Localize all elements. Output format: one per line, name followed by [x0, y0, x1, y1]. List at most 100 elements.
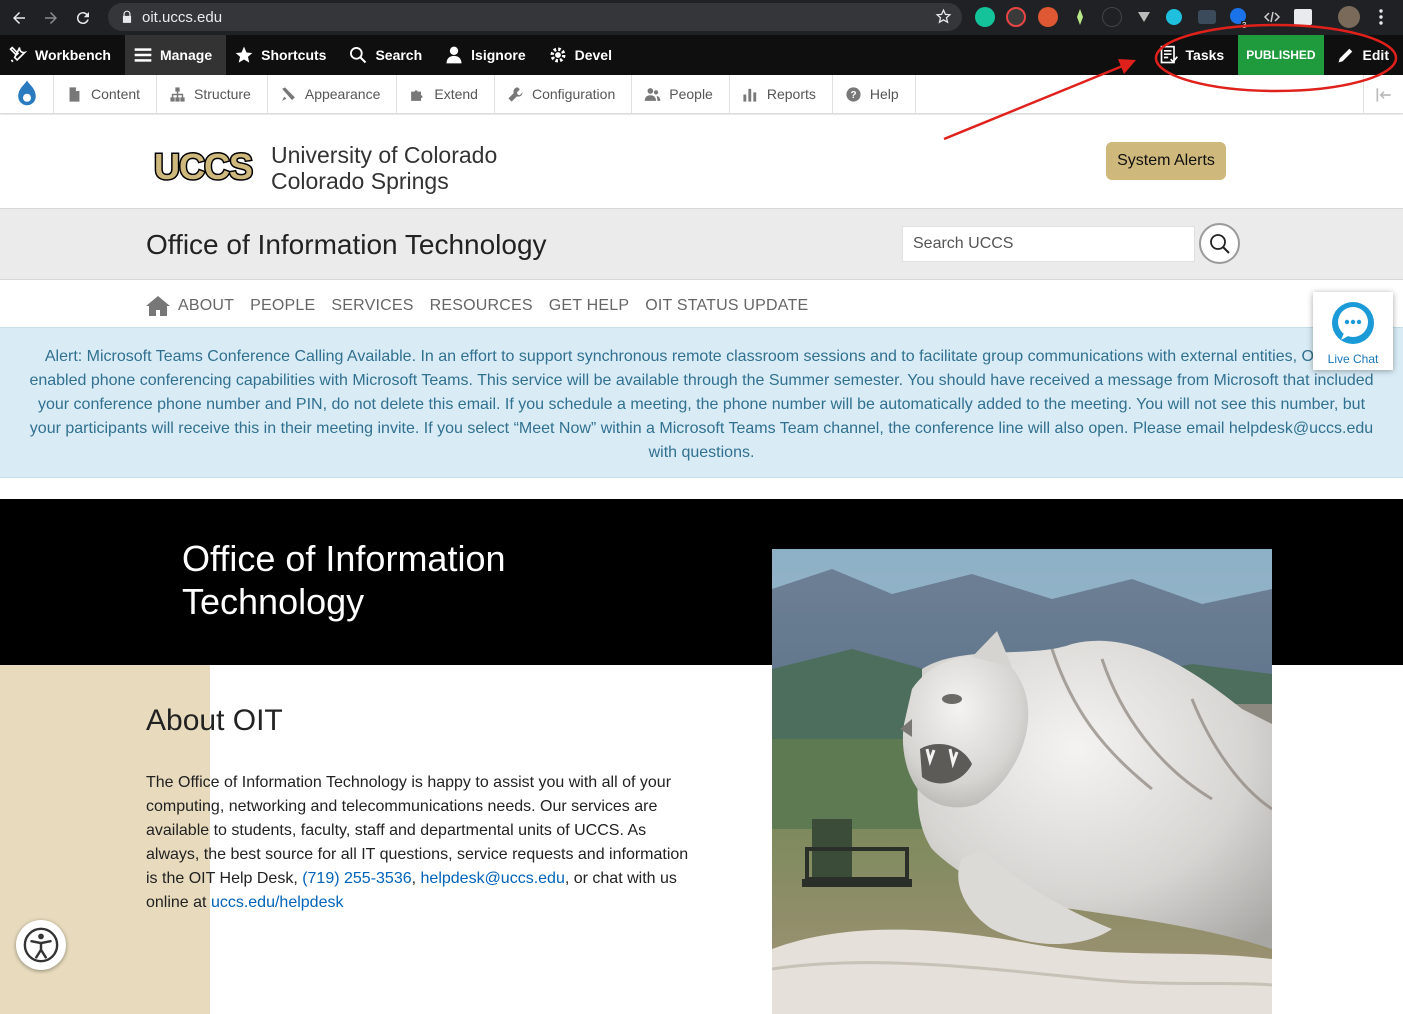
- search-button[interactable]: [1199, 223, 1240, 264]
- toolbar-label: Search: [375, 47, 423, 63]
- svg-text:?: ?: [850, 90, 856, 101]
- pencil-icon: [1338, 48, 1352, 63]
- helpdesk-web-link[interactable]: uccs.edu/helpdesk: [211, 894, 344, 911]
- extension-icon[interactable]: [1166, 9, 1182, 25]
- tray-label: Structure: [194, 86, 251, 102]
- tray-content[interactable]: Content: [54, 75, 158, 113]
- nav-get-help[interactable]: GET HELP: [549, 297, 629, 315]
- toolbar-shortcuts[interactable]: Shortcuts: [226, 35, 340, 75]
- admin-toolbar: Workbench Manage Shortcuts Search lsigno…: [0, 35, 1403, 75]
- admin-tray: Content Structure Appearance Extend Conf…: [0, 75, 1403, 114]
- collapse-icon: [1376, 87, 1391, 102]
- alert-banner: Alert: Microsoft Teams Conference Callin…: [0, 327, 1403, 478]
- bookmark-star-icon[interactable]: [935, 8, 952, 25]
- reload-button[interactable]: [70, 5, 96, 31]
- tray-label: Reports: [766, 86, 816, 102]
- toolbar-edit[interactable]: Edit: [1324, 35, 1403, 75]
- extension-icon[interactable]: [1198, 10, 1216, 24]
- tray-label: Appearance: [304, 86, 381, 102]
- nav-services[interactable]: SERVICES: [331, 297, 413, 315]
- department-band: Office of Information Technology: [0, 208, 1403, 280]
- tools-icon: [9, 46, 28, 63]
- toolbar-label: Workbench: [35, 47, 111, 63]
- department-title[interactable]: Office of Information Technology: [146, 229, 547, 261]
- tray-configuration[interactable]: Configuration: [495, 75, 633, 113]
- help-icon: ?: [846, 86, 861, 102]
- toolbar-label: Devel: [574, 47, 612, 63]
- toolbar-label: Manage: [159, 47, 213, 63]
- university-name: University of Colorado Colorado Springs: [271, 142, 497, 194]
- toolbar-label: Shortcuts: [261, 47, 327, 63]
- grammarly-extension-icon[interactable]: [975, 7, 995, 27]
- url-text: oit.uccs.edu: [142, 8, 223, 26]
- system-alerts-button[interactable]: System Alerts: [1106, 142, 1226, 180]
- extension-icon[interactable]: [1006, 7, 1026, 27]
- extension-icon[interactable]: 3: [1230, 8, 1248, 30]
- toolbar-workbench[interactable]: Workbench: [0, 35, 125, 75]
- user-icon: [446, 46, 462, 64]
- browser-menu-button[interactable]: [1374, 7, 1388, 27]
- toolbar-search[interactable]: Search: [340, 35, 436, 75]
- alert-text: Alert: Microsoft Teams Conference Callin…: [29, 348, 1374, 461]
- tray-reports[interactable]: Reports: [730, 75, 833, 113]
- search-icon: [350, 47, 367, 64]
- published-status-badge[interactable]: PUBLISHED: [1238, 35, 1324, 75]
- helpdesk-phone-link[interactable]: (719) 255-3536: [302, 870, 411, 887]
- toolbar-tasks[interactable]: Tasks: [1151, 35, 1239, 75]
- menu-icon: [134, 48, 152, 62]
- wrench-icon: [508, 86, 523, 102]
- drupal-logo[interactable]: [0, 75, 54, 113]
- brush-icon: [281, 86, 295, 101]
- toolbar-manage[interactable]: Manage: [124, 35, 227, 75]
- live-chat-widget[interactable]: Live Chat: [1313, 292, 1393, 370]
- toolbar-user[interactable]: lsignore: [436, 35, 539, 75]
- live-chat-label: Live Chat: [1327, 352, 1379, 366]
- tray-people[interactable]: People: [632, 75, 730, 113]
- profile-avatar[interactable]: [1338, 6, 1360, 28]
- accessibility-button[interactable]: [16, 920, 66, 970]
- bar-chart-icon: [743, 88, 757, 102]
- home-icon[interactable]: [146, 295, 170, 317]
- hero-title: Office of Information Technology: [182, 538, 506, 622]
- back-button[interactable]: [6, 5, 32, 31]
- search-input[interactable]: [902, 226, 1195, 262]
- uccs-logo-text: UCCS: [154, 150, 252, 184]
- helpdesk-email-link[interactable]: helpdesk@uccs.edu: [421, 870, 565, 887]
- chat-bubble-icon: [1332, 302, 1374, 344]
- uccs-logo[interactable]: UCCS: [146, 150, 260, 184]
- arrow-left-icon: [13, 11, 25, 24]
- duckduckgo-extension-icon[interactable]: [1038, 7, 1058, 27]
- address-bar[interactable]: oit.uccs.edu: [108, 3, 962, 31]
- extension-icon[interactable]: [1134, 7, 1154, 27]
- nav-oit-status-update[interactable]: OIT STATUS UPDATE: [645, 297, 808, 315]
- tray-structure[interactable]: Structure: [157, 75, 268, 113]
- main-navigation: ABOUT PEOPLE SERVICES RESOURCES GET HELP…: [146, 294, 824, 318]
- extension-icon[interactable]: [1070, 7, 1090, 27]
- extension-icon[interactable]: [1102, 7, 1122, 27]
- tray-orientation-toggle[interactable]: [1363, 75, 1403, 114]
- drupal-drop-icon: [17, 80, 36, 106]
- gear-icon: [550, 47, 566, 63]
- code-extension-icon[interactable]: [1262, 7, 1282, 27]
- forward-button[interactable]: [38, 5, 64, 31]
- page: oit.uccs.edu 3 Workbench Manage Shortcut…: [0, 0, 1403, 1014]
- tray-extend[interactable]: Extend: [397, 75, 495, 113]
- university-line-1: University of Colorado: [271, 142, 498, 168]
- toolbar-right-group: Tasks PUBLISHED Edit: [1151, 35, 1403, 75]
- extension-badge: 3: [1241, 21, 1248, 30]
- puzzle-icon: [411, 89, 423, 101]
- nav-people[interactable]: PEOPLE: [250, 297, 315, 315]
- toolbar-label: Edit: [1362, 47, 1389, 63]
- sitemap-icon: [170, 86, 185, 102]
- toolbar-devel[interactable]: Devel: [540, 35, 626, 75]
- nav-resources[interactable]: RESOURCES: [430, 297, 533, 315]
- lock-icon: [122, 10, 132, 23]
- toolbar-label: Tasks: [1185, 47, 1225, 63]
- browser-chrome: oit.uccs.edu 3: [0, 0, 1403, 35]
- nav-about[interactable]: ABOUT: [178, 297, 234, 315]
- tray-help[interactable]: ? Help: [833, 75, 916, 113]
- more-vertical-icon: [1379, 9, 1383, 25]
- tray-appearance[interactable]: Appearance: [268, 75, 398, 113]
- tray-label: People: [669, 86, 713, 102]
- extension-icon[interactable]: [1294, 9, 1312, 25]
